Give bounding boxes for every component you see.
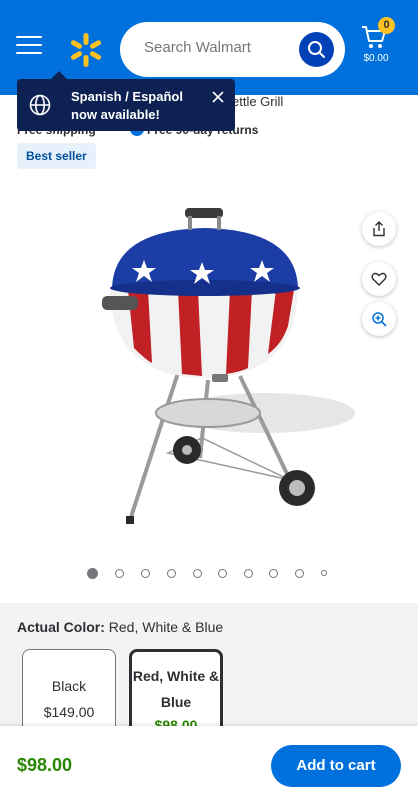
- color-label-heading: Actual Color:: [17, 619, 105, 635]
- product-title: ettle Grill: [232, 94, 284, 109]
- current-price: $98.00: [17, 755, 73, 775]
- share-button[interactable]: [362, 212, 396, 246]
- variant-name: Black: [51, 678, 87, 694]
- add-to-cart-button[interactable]: Add to cart: [271, 745, 401, 787]
- search-bar[interactable]: [120, 22, 345, 77]
- search-input[interactable]: [144, 39, 294, 56]
- carousel-dot[interactable]: [218, 569, 227, 578]
- carousel-dot[interactable]: [87, 568, 98, 579]
- color-variant-section: Actual Color: Red, White & Blue Black $1…: [0, 603, 418, 739]
- carousel-dot[interactable]: [295, 569, 304, 578]
- globe-icon: [29, 94, 51, 116]
- variant-price: $149.00: [43, 704, 95, 720]
- carousel-dot[interactable]: [269, 569, 278, 578]
- favorite-button[interactable]: [362, 262, 396, 296]
- carousel-dot[interactable]: [141, 569, 150, 578]
- cart-count-badge: 0: [378, 17, 395, 34]
- zoom-in-icon: [372, 312, 387, 327]
- color-label: Actual Color: Red, White & Blue: [17, 619, 223, 635]
- carousel-dot[interactable]: [244, 569, 253, 578]
- close-icon[interactable]: [211, 90, 225, 104]
- product-image[interactable]: [90, 198, 360, 533]
- menu-icon[interactable]: [16, 36, 42, 58]
- heart-icon: [371, 272, 387, 286]
- selected-color: Red, White & Blue: [108, 619, 224, 635]
- zoom-button[interactable]: [362, 302, 396, 336]
- walmart-spark-logo[interactable]: [68, 32, 104, 68]
- carousel-dot[interactable]: [193, 569, 202, 578]
- sticky-add-to-cart-bar: $98.00 Add to cart: [0, 726, 418, 800]
- search-icon: [308, 41, 325, 58]
- carousel-dot[interactable]: [167, 569, 176, 578]
- tooltip-text: Spanish / Español now available!: [71, 89, 183, 122]
- search-button[interactable]: [299, 32, 334, 67]
- best-seller-badge: Best seller: [17, 143, 96, 169]
- carousel-dot[interactable]: [115, 569, 124, 578]
- language-tooltip: Spanish / Español now available!: [17, 71, 235, 131]
- cart-total: $0.00: [363, 53, 389, 64]
- carousel-dot[interactable]: [321, 570, 327, 576]
- variant-name: Red, White & Blue: [132, 668, 220, 710]
- share-icon: [373, 221, 385, 237]
- cart-button[interactable]: 0 $0.00: [358, 17, 398, 70]
